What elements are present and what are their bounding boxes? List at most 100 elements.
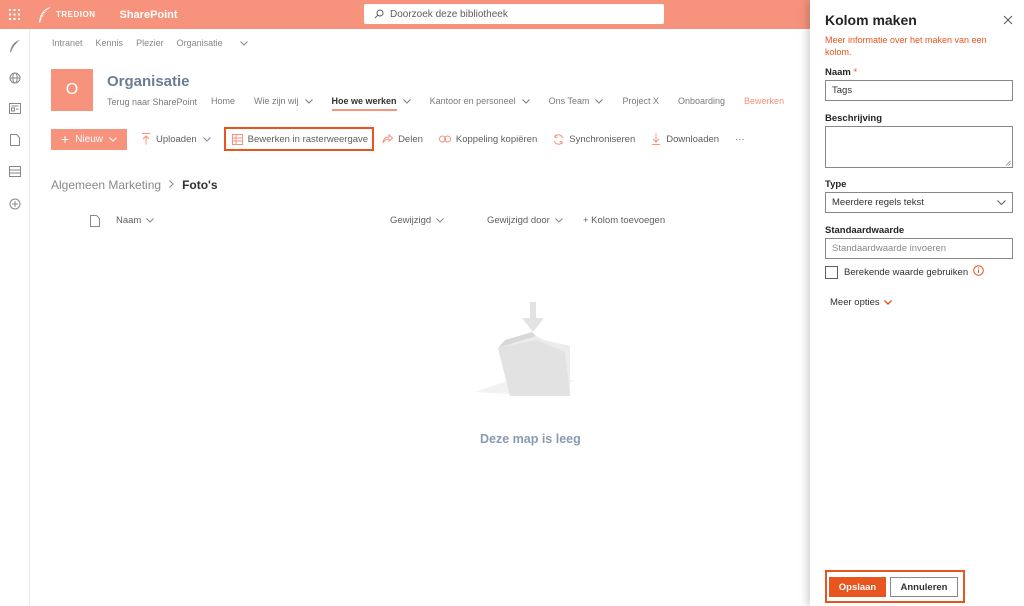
grid-edit-button[interactable]: Bewerken in rasterweergave [223, 127, 375, 151]
required-mark: * [853, 67, 858, 78]
more-options-label: Meer opties [830, 297, 880, 308]
column-modified-by-label: Gewijzigd door [487, 215, 550, 226]
type-dropdown[interactable]: Meerdere regels tekst [825, 192, 1013, 213]
nav-hoe-we-werken[interactable]: Hoe we werken [331, 96, 411, 111]
panel-actions: Opslaan Annuleren [825, 570, 965, 603]
grid-edit-label: Bewerken in rasterweergave [247, 133, 369, 145]
document-icon[interactable] [8, 133, 22, 147]
upload-icon [141, 133, 150, 145]
brand-logo[interactable]: TREDION [37, 6, 96, 24]
hub-navigation: Intranet Kennis Plezier Organisatie [52, 38, 274, 48]
file-type-icon[interactable] [90, 215, 100, 227]
download-button[interactable]: Downloaden [651, 133, 719, 145]
column-header-name[interactable]: Naam [116, 215, 155, 226]
chevron-down-icon [997, 197, 1006, 208]
hub-nav-plezier[interactable]: Plezier [136, 38, 164, 48]
list-icon[interactable] [8, 164, 22, 178]
new-button[interactable]: + Nieuw [51, 128, 127, 150]
nav-home[interactable]: Home [211, 96, 235, 106]
name-field[interactable]: Tags [825, 80, 1013, 101]
hub-nav-intranet[interactable]: Intranet [52, 38, 83, 48]
command-bar: + Nieuw Uploaden Bewerken in rasterweerg… [51, 127, 761, 151]
default-value-label: Standaardwaarde [825, 225, 905, 236]
news-icon[interactable] [8, 101, 22, 115]
breadcrumb-parent[interactable]: Algemeen Marketing [51, 178, 161, 192]
share-label: Delen [398, 133, 423, 145]
create-column-panel: Kolom maken Meer informatie over het mak… [810, 0, 1024, 606]
breadcrumb: Algemeen Marketing Foto's [51, 178, 218, 192]
nav-edit-link[interactable]: Bewerken [744, 96, 784, 106]
search-placeholder: Doorzoek deze bibliotheek [390, 8, 508, 20]
nav-project-x[interactable]: Project X [622, 96, 659, 106]
app-launcher-icon[interactable] [0, 0, 29, 29]
search-input[interactable]: Doorzoek deze bibliotheek [364, 4, 664, 24]
link-icon [438, 135, 451, 143]
column-header-modified-by[interactable]: Gewijzigd door [487, 215, 563, 226]
chevron-down-icon [554, 215, 563, 226]
plus-icon: + [61, 131, 70, 147]
chevron-down-icon [436, 215, 445, 226]
chevron-down-icon [595, 96, 604, 106]
hub-nav-kennis[interactable]: Kennis [96, 38, 124, 48]
chevron-down-icon [239, 38, 248, 48]
copy-link-button[interactable]: Koppeling kopiëren [438, 133, 538, 145]
cancel-button[interactable]: Annuleren [890, 577, 958, 597]
upload-button[interactable]: Uploaden [141, 133, 216, 145]
list-header: Naam Gewijzigd Gewijzigd door + Kolom to… [90, 215, 690, 229]
site-navigation: Home Wie zijn wij Hoe we werken Kantoor … [211, 96, 803, 111]
resize-handle-icon[interactable] [1005, 160, 1011, 166]
name-label-text: Naam [825, 67, 851, 78]
nav-project-x-label: Project X [622, 96, 659, 106]
site-logo[interactable]: O [51, 69, 93, 111]
more-options-toggle[interactable]: Meer opties [830, 297, 892, 308]
default-value-field[interactable]: Standaardwaarde invoeren [825, 238, 1013, 259]
hub-nav-organisatie[interactable]: Organisatie [177, 38, 261, 48]
add-circle-icon[interactable] [8, 197, 22, 211]
nav-edit-label: Bewerken [744, 96, 785, 106]
feather-icon[interactable] [8, 39, 22, 53]
empty-folder-illustration [470, 300, 580, 403]
nav-kantoor-en-personeel[interactable]: Kantoor en personeel [430, 96, 530, 106]
nav-kantoor-label: Kantoor en personeel [429, 96, 516, 106]
save-button[interactable]: Opslaan [829, 577, 886, 597]
nav-wie-zijn-wij-label: Wie zijn wij [254, 96, 299, 106]
name-label: Naam * [825, 67, 857, 78]
copy-link-label: Koppeling kopiëren [455, 133, 538, 145]
nav-wie-zijn-wij[interactable]: Wie zijn wij [254, 96, 313, 106]
nav-ons-team[interactable]: Ons Team [549, 96, 604, 106]
app-name[interactable]: SharePoint [120, 9, 178, 21]
share-button[interactable]: Delen [382, 134, 423, 145]
back-to-sharepoint-link[interactable]: Terug naar SharePoint [107, 97, 197, 107]
grid-icon [231, 133, 243, 145]
nav-home-label: Home [211, 96, 236, 106]
sync-button[interactable]: Synchroniseren [553, 134, 635, 145]
description-field[interactable] [825, 126, 1013, 168]
learn-more-link[interactable]: Meer informatie over het maken van een k… [825, 34, 1005, 58]
more-actions-button[interactable]: ··· [735, 134, 745, 145]
calculated-value-checkbox[interactable] [825, 265, 838, 279]
calculated-value-label: Berekende waarde gebruiken [844, 266, 969, 278]
more-icon: ··· [735, 133, 745, 145]
chevron-right-icon [169, 179, 174, 191]
chevron-down-icon [202, 134, 216, 145]
chevron-down-icon [146, 215, 155, 226]
nav-hoe-we-werken-label: Hoe we werken [331, 96, 397, 106]
globe-icon[interactable] [8, 71, 22, 85]
column-modified-label: Gewijzigd [390, 215, 432, 226]
upload-label: Uploaden [155, 133, 197, 145]
brand-name: TREDION [56, 10, 96, 19]
search-icon [374, 9, 384, 19]
add-column-button[interactable]: + Kolom toevoegen [583, 215, 665, 226]
sync-icon [554, 133, 564, 145]
info-icon[interactable] [973, 265, 984, 279]
calculated-value-option[interactable]: Berekende waarde gebruiken [825, 265, 984, 279]
close-icon[interactable] [1003, 15, 1013, 25]
column-header-modified[interactable]: Gewijzigd [390, 215, 445, 226]
column-name-label: Naam [116, 215, 142, 226]
site-title[interactable]: Organisatie [107, 73, 190, 90]
chevron-down-icon [304, 96, 313, 106]
empty-state-message: Deze map is leeg [480, 432, 581, 446]
type-label: Type [825, 179, 847, 190]
left-rail [0, 29, 30, 606]
nav-onboarding[interactable]: Onboarding [678, 96, 725, 106]
